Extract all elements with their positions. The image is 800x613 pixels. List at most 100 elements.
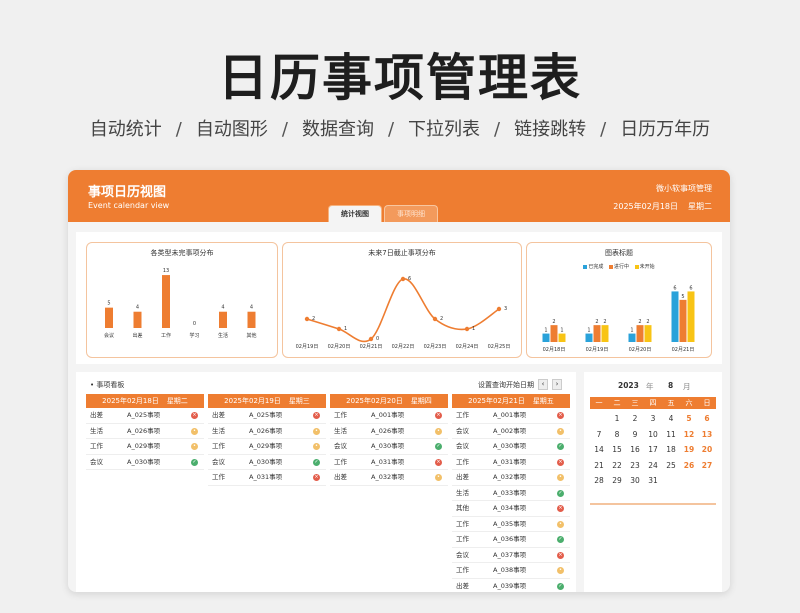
calendar-day[interactable]: 7 [590,427,608,443]
calendar-month[interactable]: 8 [668,381,673,390]
calendar-week-row: 14 15 16 17 18 19 20 [590,442,716,458]
calendar-day[interactable]: 12 [680,427,698,443]
event-board-title-text: 事项看板 [96,381,125,389]
calendar-weekday: 五 [667,399,675,407]
calendar-day[interactable]: 3 [644,411,662,427]
app-subtitle: Event calendar view [88,201,170,210]
calendar-day[interactable]: 23 [626,458,644,474]
event-row[interactable]: 出差 A_039事项 ✓ [452,579,570,593]
calendar-day[interactable]: 14 [590,442,608,458]
status-pending-icon: • [191,427,198,435]
calendar-weekday-header: 一二三四五六日 [590,397,716,409]
chart-status-by-day: 1 2 1 02月18日 1 2 2 02月19日 1 2 2 02月20日 6 5 6 02月21日 图表标… [526,242,712,358]
calendar-day[interactable]: 5 [680,411,698,427]
day-date: 2025年02月20日 [346,397,403,405]
event-row[interactable]: 生活 A_026事项 • [86,424,204,439]
status-overdue-icon: × [435,412,442,419]
day-column: 2025年02月19日 星期三 出差 A_025事项 × 生活 A_026事项 • 工作 A_02… [208,394,326,592]
event-row[interactable]: 工作 A_031事项 × [452,455,570,470]
x-tick-label: 会议 [104,332,114,339]
calendar-day[interactable]: 11 [662,427,680,443]
legend-swatch [583,264,588,269]
calendar-day[interactable]: 1 [608,411,626,427]
status-pending-icon: • [557,567,564,574]
event-row[interactable]: 出差 A_025事项 × [86,408,204,424]
calendar-day[interactable]: 2 [626,411,644,427]
event-row[interactable]: 出差 A_025事项 × [208,408,326,424]
chart-status-by-day-svg: 12102月18日12 202月19日12 202月20日65602月21日 [542,285,695,353]
calendar-day[interactable]: 30 [626,473,644,489]
event-row[interactable]: 会议 A_030事项 ✓ [208,455,326,470]
x-tick-label: 学习 [189,332,199,339]
legend-swatch [608,264,613,269]
calendar-day[interactable]: 17 [644,442,662,458]
calendar-day[interactable]: 20 [698,442,716,458]
event-row[interactable]: 工作 A_036事项 ✓ [452,532,570,548]
event-row[interactable]: 会议 A_030事项 ✓ [452,439,570,455]
prev-date-button[interactable]: ‹ [538,379,548,390]
event-row[interactable]: 会议 A_030事项 ✓ [330,439,448,455]
status-overdue-icon: × [557,551,564,559]
calendar-month-label: 月 [683,382,691,391]
event-row[interactable]: 工作 A_031事项 × [330,455,448,470]
day-column-header: 2025年02月20日 星期四 [330,394,448,408]
event-row[interactable]: 工作 A_035事项 • [452,517,570,532]
event-row[interactable]: 出差 A_032事项 • [452,470,570,486]
calendar-day[interactable]: 15 [608,442,626,458]
calendar-day[interactable]: 25 [662,458,680,474]
calendar-day[interactable]: 18 [662,442,680,458]
calendar-day [698,473,716,489]
event-row[interactable]: 工作 A_001事项 × [330,408,448,424]
tab-stats-view[interactable]: 统计视图 [328,205,382,222]
charts-panel: 5 会议 4 出差 13 工作 0 学习 4 生活 4 其他 各类型未完事项分布 2 02月19日 1 02… [76,232,722,364]
status-pending-icon: • [313,427,320,435]
next-date-button[interactable]: › [552,379,562,390]
bar [636,325,644,342]
calendar-day[interactable]: 6 [698,411,716,427]
calendar-divider [590,503,716,505]
tab-event-details[interactable]: 事项明细 [384,205,438,222]
calendar-day[interactable]: 27 [698,458,716,474]
calendar-day[interactable]: 29 [608,473,626,489]
event-row[interactable]: 工作 A_029事项 • [86,439,204,455]
event-row[interactable]: 生活 A_026事项 • [330,424,448,439]
event-row[interactable]: 工作 A_001事项 × [452,408,570,424]
event-row[interactable]: 工作 A_038事项 • [452,563,570,579]
event-row[interactable]: 生活 A_026事项 • [208,424,326,439]
calendar-day[interactable]: 28 [590,473,608,489]
legend-item: 未开始 [634,264,655,270]
event-row[interactable]: 工作 A_029事项 • [208,439,326,455]
calendar-year[interactable]: 2023 [618,381,639,390]
event-category: 会议 [212,457,225,466]
hero-tag: 日历万年历 [620,119,711,140]
calendar-day[interactable]: 26 [680,458,698,474]
chart-type-distribution: 5 会议 4 出差 13 工作 0 学习 4 生活 4 其他 各类型未完事项分布 [86,242,278,358]
calendar-day[interactable]: 4 [662,411,680,427]
calendar-day[interactable]: 21 [590,458,608,474]
calendar-day[interactable]: 24 [644,458,662,474]
calendar-day[interactable]: 9 [626,427,644,443]
calendar-day[interactable]: 22 [608,458,626,474]
event-row[interactable]: 会议 A_002事项 • [452,424,570,439]
hero-tag: 自动图形 [195,119,268,140]
event-row[interactable]: 出差 A_032事项 • [330,470,448,486]
calendar-day[interactable]: 31 [644,473,662,489]
event-row[interactable]: 会议 A_037事项 × [452,548,570,563]
x-tick-label: 02月20日 [629,347,652,353]
point-value-label: 2 [440,316,443,322]
chart-next-7-days: 2 02月19日 1 02月20日 0 02月21日 6 02月22日 2 02月23日 1 02月2… [282,242,522,358]
event-row[interactable]: 生活 A_033事项 ✓ [452,486,570,501]
chart-title: 未来7日截止事项分布 [368,249,436,257]
calendar-day[interactable]: 16 [626,442,644,458]
event-row[interactable]: 会议 A_030事项 ✓ [86,455,204,470]
bar-value-label: 13 [163,268,169,274]
calendar-day[interactable]: 8 [608,427,626,443]
event-row[interactable]: 其他 A_034事项 × [452,501,570,517]
calendar-header: 2023 年 8 月 [584,381,722,393]
calendar-day[interactable]: 13 [698,427,716,443]
calendar-day[interactable]: 10 [644,427,662,443]
event-row[interactable]: 工作 A_031事项 × [208,470,326,486]
calendar-day[interactable]: 19 [680,442,698,458]
x-tick-label: 02月21日 [672,347,695,353]
event-name: A_001事项 [493,411,527,419]
